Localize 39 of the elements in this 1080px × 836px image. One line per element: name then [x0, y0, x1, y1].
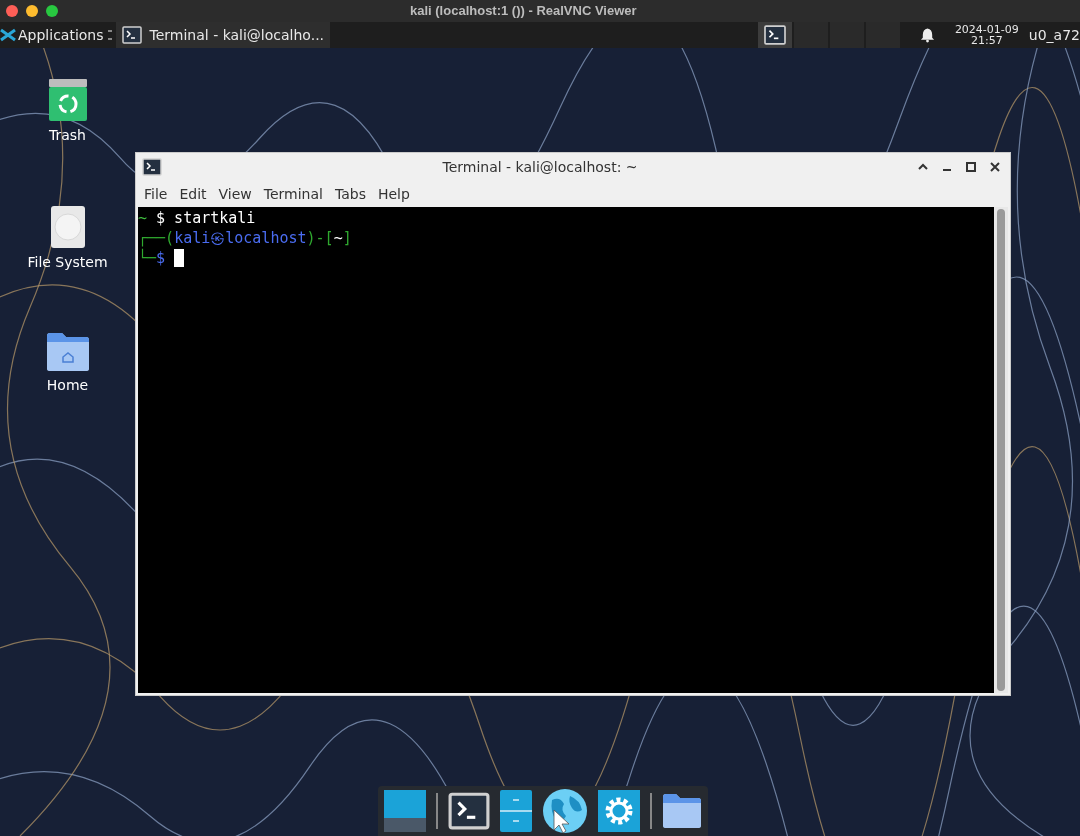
icon-label[interactable]: Trash	[49, 125, 86, 146]
menu-item[interactable]: Tabs	[330, 183, 370, 205]
maximize-icon[interactable]	[966, 162, 976, 172]
menu-item[interactable]: View	[214, 183, 256, 205]
menu-item[interactable]: Edit	[175, 183, 211, 205]
scrollbar[interactable]	[994, 207, 1008, 693]
window-title: Terminal - kali@localhost: ~	[441, 157, 639, 177]
terminal-line: └─$	[138, 248, 166, 268]
menu-item[interactable]: Help	[373, 183, 414, 205]
kali-logo-icon	[0, 27, 16, 43]
terminal-line: ~ $ startkali	[138, 208, 256, 228]
close-icon[interactable]	[990, 162, 1000, 172]
workspace-button[interactable]	[757, 22, 792, 48]
separator-icon	[107, 30, 112, 40]
zoom-button[interactable]	[46, 5, 58, 17]
terminal-line: ┌──(kali㉿localhost)-[~]	[138, 228, 352, 248]
text-cursor	[174, 249, 185, 267]
settings-icon[interactable]	[598, 790, 640, 832]
desktop-icon[interactable]	[384, 790, 426, 832]
task-button[interactable]: Terminal - kali@localho...	[115, 22, 331, 48]
menu-item[interactable]: File	[140, 183, 172, 205]
drive-icon	[49, 205, 86, 249]
close-button[interactable]	[6, 5, 18, 17]
window-title: kali (localhost:1 ()) - RealVNC Viewer	[410, 2, 637, 20]
menu-item[interactable]: Terminal	[259, 183, 327, 205]
terminal-icon	[121, 26, 142, 44]
user-name[interactable]: u0_a72	[1028, 24, 1080, 46]
terminal-icon	[142, 158, 162, 176]
roll-up-icon[interactable]	[918, 162, 928, 172]
icon-label[interactable]: Home	[46, 375, 89, 396]
minimize-button[interactable]	[26, 5, 38, 17]
bell-icon[interactable]	[919, 27, 935, 43]
clock[interactable]: 2024-01-09 21:57	[954, 24, 1019, 46]
trash-icon	[47, 78, 88, 122]
applications-menu[interactable]: Applications	[0, 22, 108, 48]
icon-label[interactable]: File System	[27, 252, 108, 273]
terminal-icon	[448, 792, 490, 830]
folder-icon[interactable]	[662, 793, 702, 829]
globe-icon[interactable]	[542, 788, 588, 834]
